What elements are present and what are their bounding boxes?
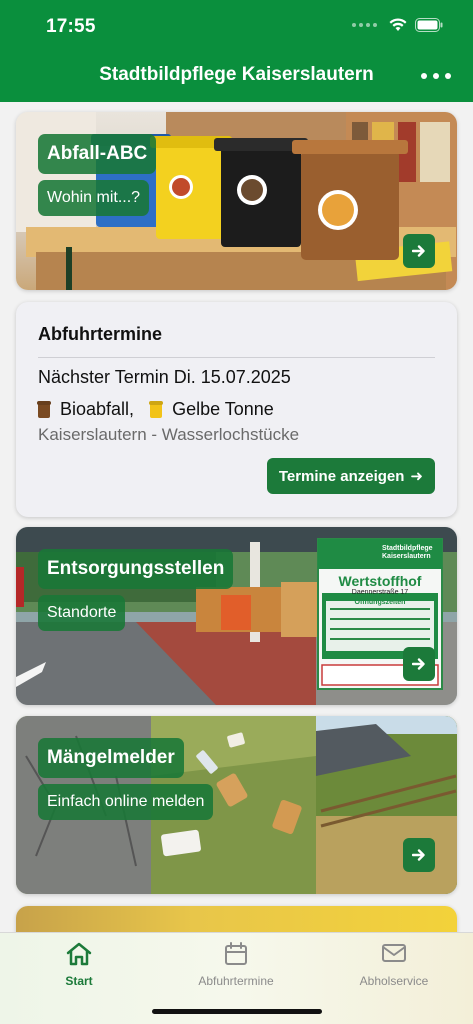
next-tile-partial[interactable]	[16, 906, 457, 932]
cellular-signal-icon	[352, 23, 377, 27]
mail-icon	[382, 944, 406, 962]
wertstoffhof-sign-heading: Stadtbildpflege Kaiserslautern	[382, 545, 433, 560]
wertstoffhof-sign-title: Wertstoffhof	[338, 573, 422, 589]
arrow-right-icon[interactable]	[403, 838, 435, 872]
tab-abholservice[interactable]: Abholservice	[324, 941, 464, 988]
abfall-abc-tile[interactable]: Abfall-ABC Wohin mit...?	[16, 112, 457, 290]
termine-anzeigen-button[interactable]: Termine anzeigen ➜	[266, 458, 435, 494]
navigation-bar: Stadtbildpflege Kaiserslautern	[0, 50, 473, 102]
arrow-right-icon: ➜	[410, 468, 423, 485]
status-time: 17:55	[46, 16, 96, 37]
maengelmelder-tile[interactable]: Mängelmelder Einfach online melden	[16, 716, 457, 894]
abfuhrtermine-card: Abfuhrtermine Nächster Termin Di. 15.07.…	[16, 302, 457, 517]
abfall-abc-title: Abfall-ABC	[38, 134, 157, 174]
entsorgungsstellen-subtitle: Standorte	[38, 595, 126, 631]
abfall-abc-subtitle: Wohin mit...?	[38, 180, 150, 216]
tab-abholservice-label: Abholservice	[359, 974, 429, 988]
yellow-bin-icon	[150, 401, 163, 418]
waste-type-gelbe-tonne: Gelbe Tonne	[172, 399, 274, 419]
divider	[38, 357, 435, 358]
wertstoffhof-sign-street: Daennerstraße 17	[351, 589, 409, 596]
page-title: Stadtbildpflege Kaiserslautern	[99, 64, 374, 85]
status-icons	[352, 18, 443, 32]
arrow-right-icon[interactable]	[403, 647, 435, 681]
calendar-icon	[225, 942, 247, 965]
home-icon	[66, 942, 92, 966]
more-horizontal-icon[interactable]	[421, 64, 451, 88]
waste-types: Bioabfall, Gelbe Tonne	[38, 399, 274, 420]
wifi-icon	[389, 18, 407, 31]
next-pickup-date: Nächster Termin Di. 15.07.2025	[38, 367, 291, 387]
main-scroll-content[interactable]: Abfall-ABC Wohin mit...? Abfuhrtermine N…	[0, 102, 473, 932]
wertstoffhof-sign-hours: Öffnungszeiten	[354, 599, 406, 606]
abfuhrtermine-title: Abfuhrtermine	[38, 324, 163, 344]
termine-anzeigen-label: Termine anzeigen	[278, 467, 405, 485]
brown-bin-icon	[38, 401, 50, 418]
entsorgungsstellen-tile[interactable]: Stadtbildpflege Kaiserslautern Wertstoff…	[16, 527, 457, 705]
tab-start[interactable]: Start	[9, 941, 149, 988]
pickup-location: Kaiserslautern - Wasserlochstücke	[38, 425, 300, 444]
next-tile-photo	[16, 906, 457, 932]
tab-abfuhrtermine-label: Abfuhrtermine	[198, 974, 274, 988]
home-indicator	[152, 1009, 322, 1014]
tab-abfuhrtermine[interactable]: Abfuhrtermine	[166, 941, 306, 988]
status-bar: 17:55	[0, 0, 473, 50]
entsorgungsstellen-title: Entsorgungsstellen	[38, 549, 234, 589]
arrow-right-icon[interactable]	[403, 234, 435, 268]
maengelmelder-title: Mängelmelder	[38, 738, 184, 778]
battery-icon	[415, 18, 443, 32]
waste-type-bioabfall: Bioabfall,	[60, 399, 135, 419]
maengelmelder-subtitle: Einfach online melden	[38, 784, 214, 820]
tab-start-label: Start	[65, 974, 93, 988]
